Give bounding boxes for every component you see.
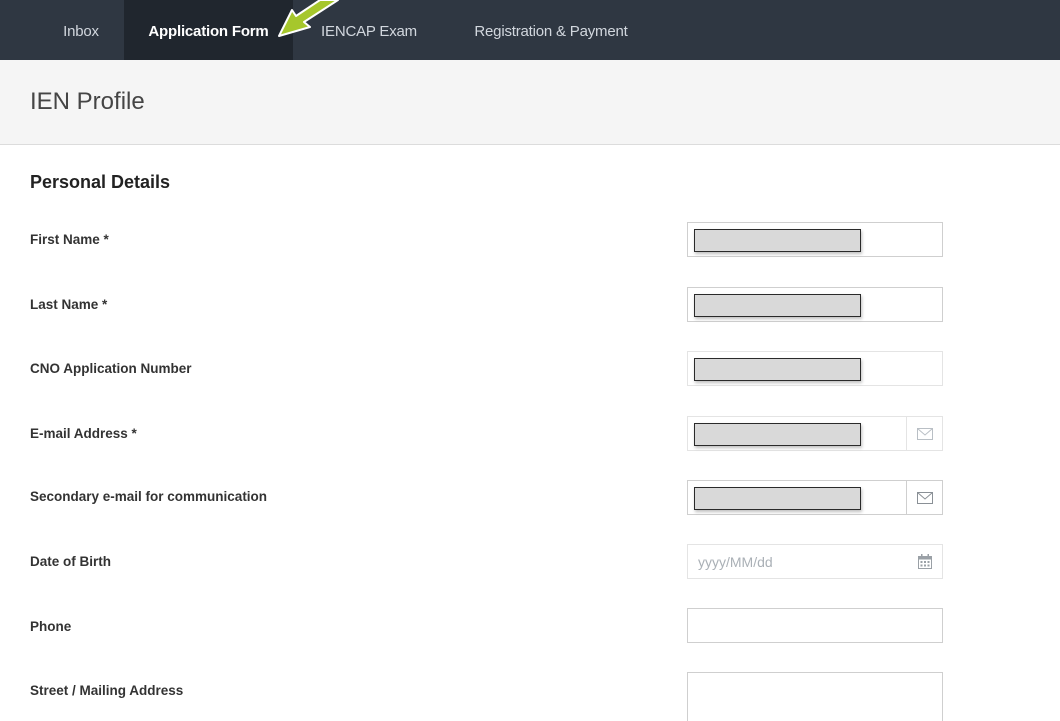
redaction-box — [694, 423, 861, 446]
email-address-label: E-mail Address * — [30, 426, 137, 441]
page-header: IEN Profile — [0, 60, 1060, 145]
last-name-label: Last Name * — [30, 297, 108, 312]
first-name-label: First Name * — [30, 232, 109, 247]
cno-application-number-label: CNO Application Number — [30, 361, 192, 376]
secondary-email-label: Secondary e-mail for communication — [30, 489, 268, 504]
cno-application-number-field — [687, 351, 943, 386]
envelope-icon — [916, 491, 933, 504]
page-title: IEN Profile — [30, 88, 145, 115]
nav-tab-registration-payment[interactable]: Registration & Payment — [446, 0, 656, 60]
section-title: Personal Details — [30, 172, 171, 192]
redaction-box — [694, 294, 861, 317]
date-of-birth-label: Date of Birth — [30, 554, 111, 569]
phone-field[interactable] — [687, 608, 943, 643]
redaction-box — [694, 487, 861, 510]
date-of-birth-field[interactable]: yyyy/MM/dd — [687, 544, 943, 579]
date-of-birth-placeholder: yyyy/MM/dd — [698, 554, 773, 570]
redaction-box — [694, 358, 861, 381]
last-name-field[interactable] — [687, 287, 943, 322]
street-mailing-address-label: Street / Mailing Address — [30, 683, 184, 698]
street-mailing-address-field[interactable] — [687, 672, 943, 721]
envelope-icon — [916, 427, 933, 440]
nav-tab-inbox[interactable]: Inbox — [45, 0, 117, 60]
callout-arrow-icon — [278, 0, 339, 37]
email-address-field — [687, 416, 943, 451]
redaction-box — [694, 229, 861, 252]
calendar-icon[interactable] — [918, 554, 932, 569]
first-name-field[interactable] — [687, 222, 943, 257]
secondary-email-field[interactable] — [687, 480, 943, 515]
secondary-email-addon — [906, 481, 942, 514]
phone-label: Phone — [30, 619, 72, 634]
email-addon — [906, 417, 942, 450]
top-nav-bar: Inbox Application Form IENCAP Exam Regis… — [0, 0, 1060, 60]
